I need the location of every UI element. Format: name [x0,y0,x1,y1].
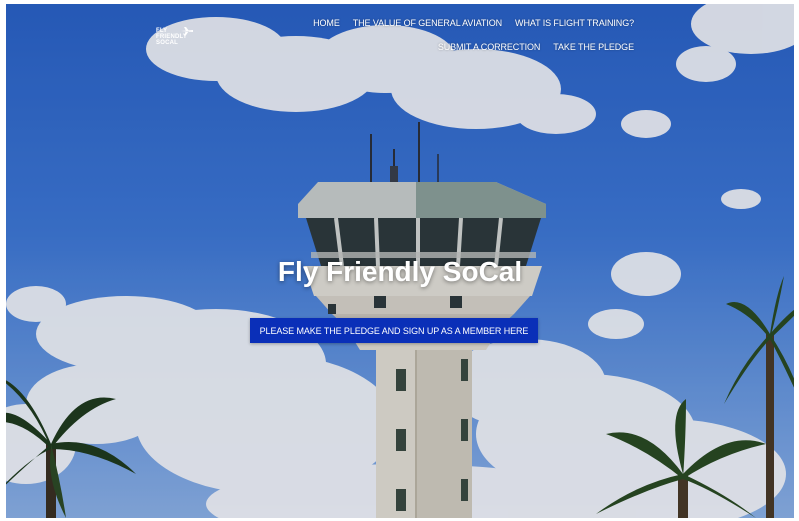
nav-link-value-of-general-aviation[interactable]: THE VALUE OF GENERAL AVIATION [353,18,502,28]
hero-title: Fly Friendly SoCal [277,256,523,287]
site-logo[interactable]: FLY FRIENDLY SOCAL [156,27,198,54]
nav-row: HOME THE VALUE OF GENERAL AVIATION WHAT … [313,18,634,28]
main-navigation: HOME THE VALUE OF GENERAL AVIATION WHAT … [313,18,634,52]
nav-row: SUBMIT A CORRECTION TAKE THE PLEDGE [438,42,634,52]
pledge-signup-button[interactable]: PLEASE MAKE THE PLEDGE AND SIGN UP AS A … [250,318,538,343]
hero-section: FLY FRIENDLY SOCAL HOME THE VALUE OF GEN… [6,4,794,518]
nav-link-home[interactable]: HOME [313,18,340,28]
airplane-icon [181,27,193,35]
nav-link-what-is-flight-training[interactable]: WHAT IS FLIGHT TRAINING? [515,18,634,28]
logo-line: SOCAL [156,40,178,46]
nav-link-take-the-pledge[interactable]: TAKE THE PLEDGE [553,42,634,52]
nav-link-submit-correction[interactable]: SUBMIT A CORRECTION [438,42,541,52]
